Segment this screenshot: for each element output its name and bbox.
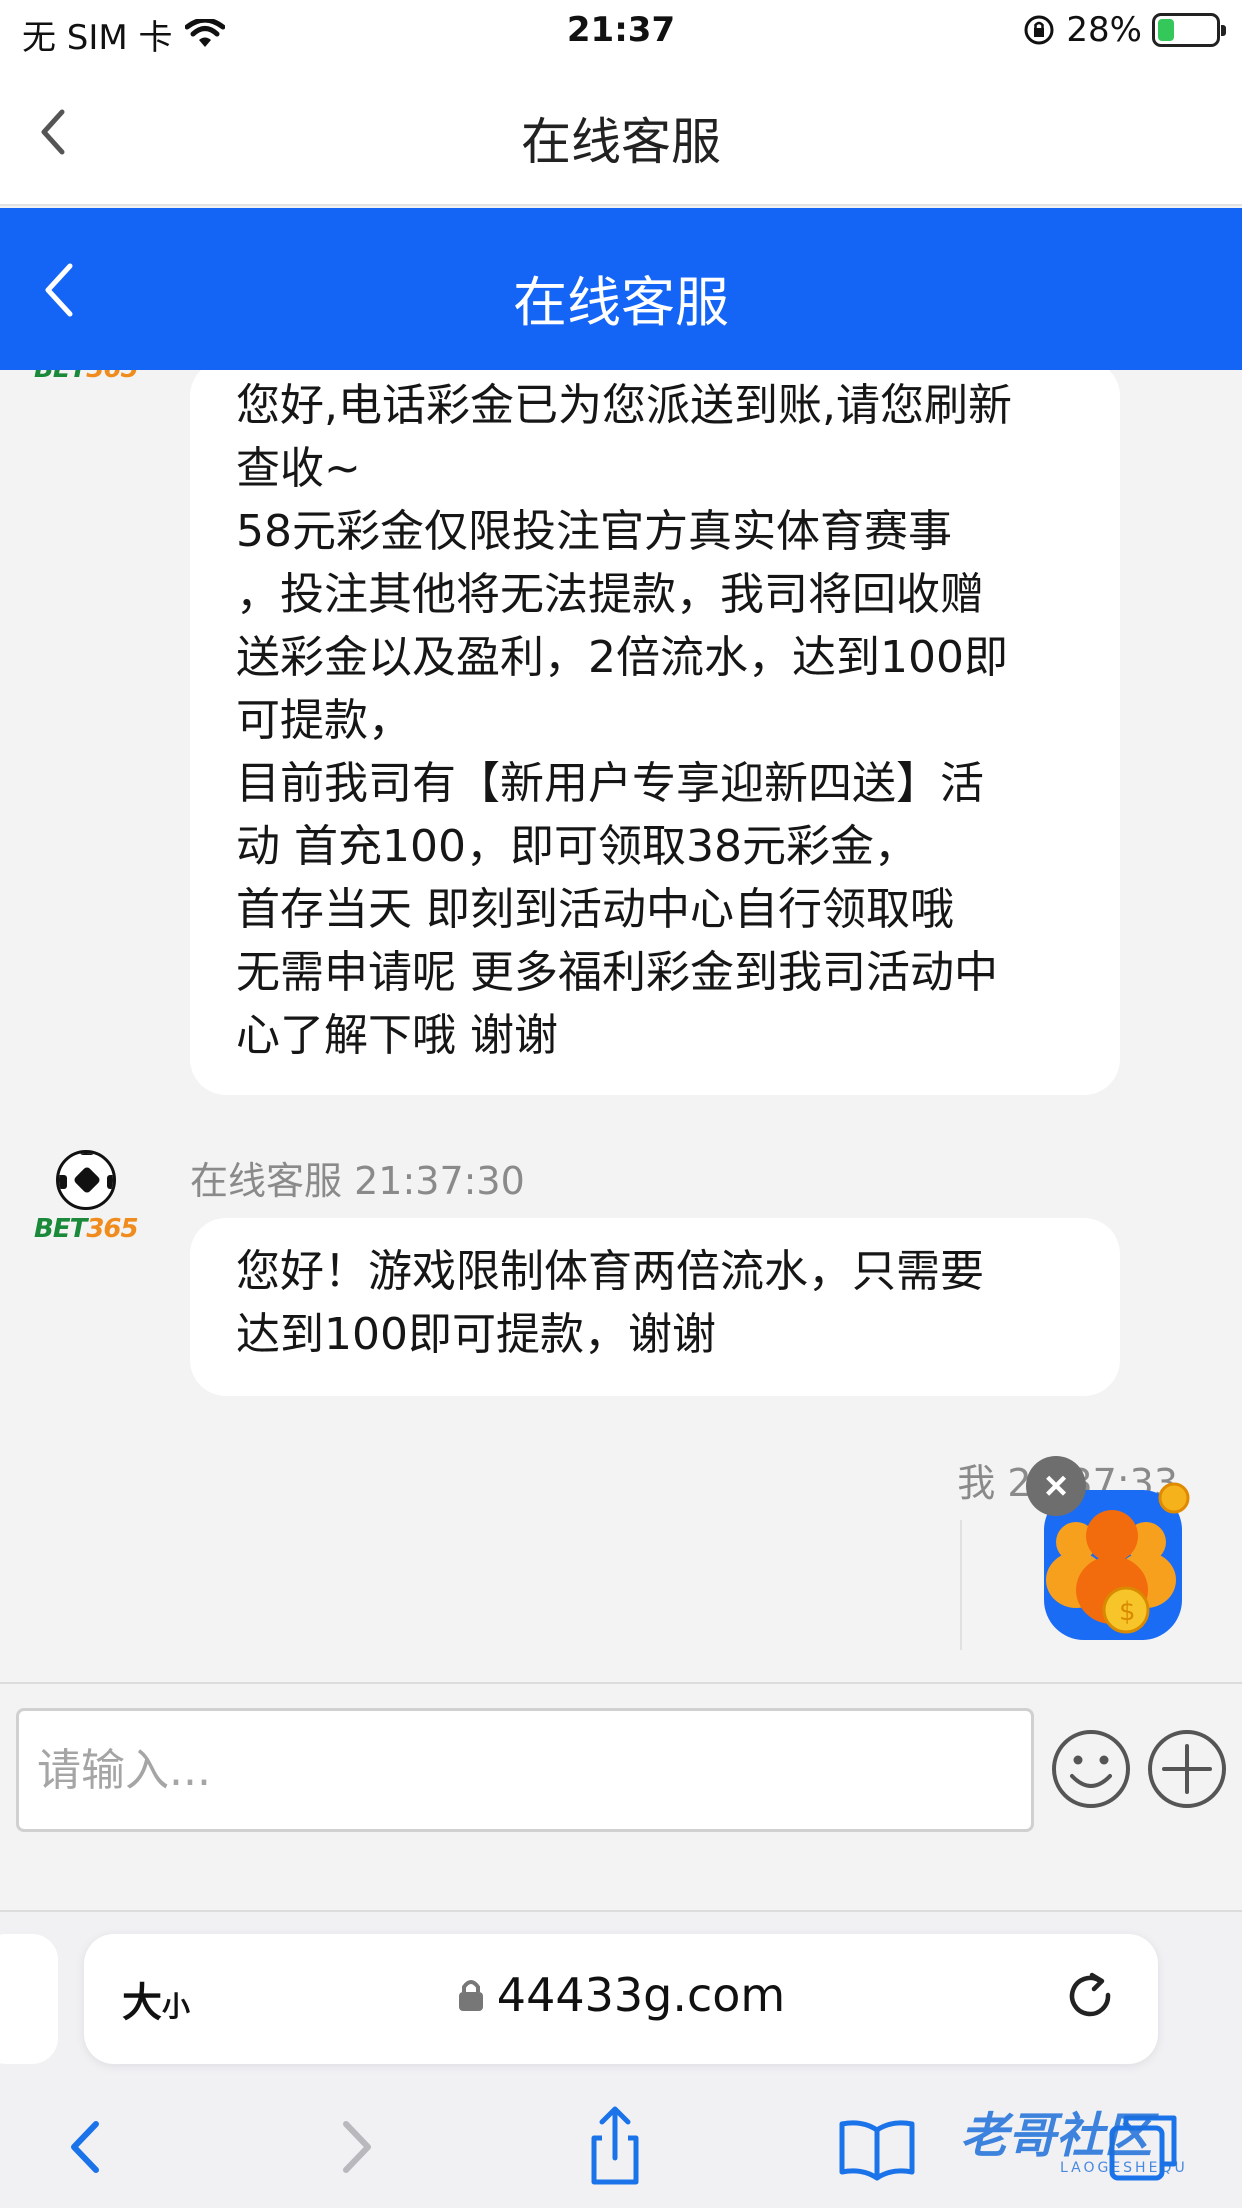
smiley-icon xyxy=(1052,1730,1130,1808)
chat-title: 在线客服 xyxy=(513,271,729,334)
agent-avatar: BET365 xyxy=(34,370,138,388)
browser-forward-button[interactable] xyxy=(310,2102,400,2192)
plus-circle-icon xyxy=(1148,1730,1226,1808)
chat-input-bar xyxy=(0,1682,1242,1912)
bookmarks-button[interactable] xyxy=(832,2102,922,2192)
message-bubble: 您好,电话彩金已为您派送到账,请您刷新 查收~ 58元彩金仅限投注官方真实体育赛… xyxy=(190,370,1120,1095)
chat-header: 在线客服 xyxy=(0,208,1242,370)
my-message-bubble xyxy=(960,1520,1016,1650)
previous-tab-preview[interactable] xyxy=(0,1934,58,2064)
svg-text:$: $ xyxy=(1119,1597,1136,1627)
watermark-subtext: LAOGESHEQU xyxy=(1060,2160,1188,2176)
battery-icon xyxy=(1152,13,1226,47)
lock-icon xyxy=(458,1979,483,2011)
message-bubble: 您好！游戏限制体育两倍流水，只需要 达到100即可提款，谢谢 xyxy=(190,1218,1120,1396)
page-title: 在线客服 xyxy=(521,113,721,171)
reload-button[interactable] xyxy=(1058,1966,1122,2030)
agent-avatar: BET365 xyxy=(34,1150,139,1244)
url-display[interactable]: 44433g.com xyxy=(84,1968,1158,2022)
address-bar[interactable]: 大小 44433g.com xyxy=(84,1934,1158,2064)
avatar-brand: BET365 xyxy=(34,370,138,384)
promo-close-button[interactable]: × xyxy=(1026,1456,1086,1516)
battery-level xyxy=(1158,19,1174,41)
forward-arrow-icon xyxy=(343,2121,371,2173)
share-icon xyxy=(591,2106,639,2185)
soccer-ball-icon xyxy=(56,1150,116,1210)
book-icon xyxy=(839,2120,915,2181)
more-options-button[interactable] xyxy=(1146,1728,1228,1810)
page-title-bar: 在线客服 xyxy=(0,62,1242,206)
orientation-lock-icon xyxy=(1024,15,1054,45)
battery-percent: 28% xyxy=(1066,10,1142,50)
emoji-button[interactable] xyxy=(1050,1728,1132,1810)
status-bar: 无 SIM 卡 21:37 28% xyxy=(0,0,1242,62)
share-button[interactable] xyxy=(570,2102,660,2192)
status-right: 28% xyxy=(1022,10,1226,50)
message-meta: 在线客服 21:37:30 xyxy=(190,1159,525,1203)
message-input[interactable] xyxy=(16,1708,1034,1832)
url-text: 44433g.com xyxy=(496,1968,786,2022)
back-arrow-icon xyxy=(71,2121,99,2173)
avatar-brand: BET365 xyxy=(34,1214,139,1244)
reload-icon xyxy=(1069,1972,1111,2016)
watermark-logo: 老哥社区 xyxy=(960,2108,1153,2164)
browser-back-button[interactable] xyxy=(42,2102,132,2192)
